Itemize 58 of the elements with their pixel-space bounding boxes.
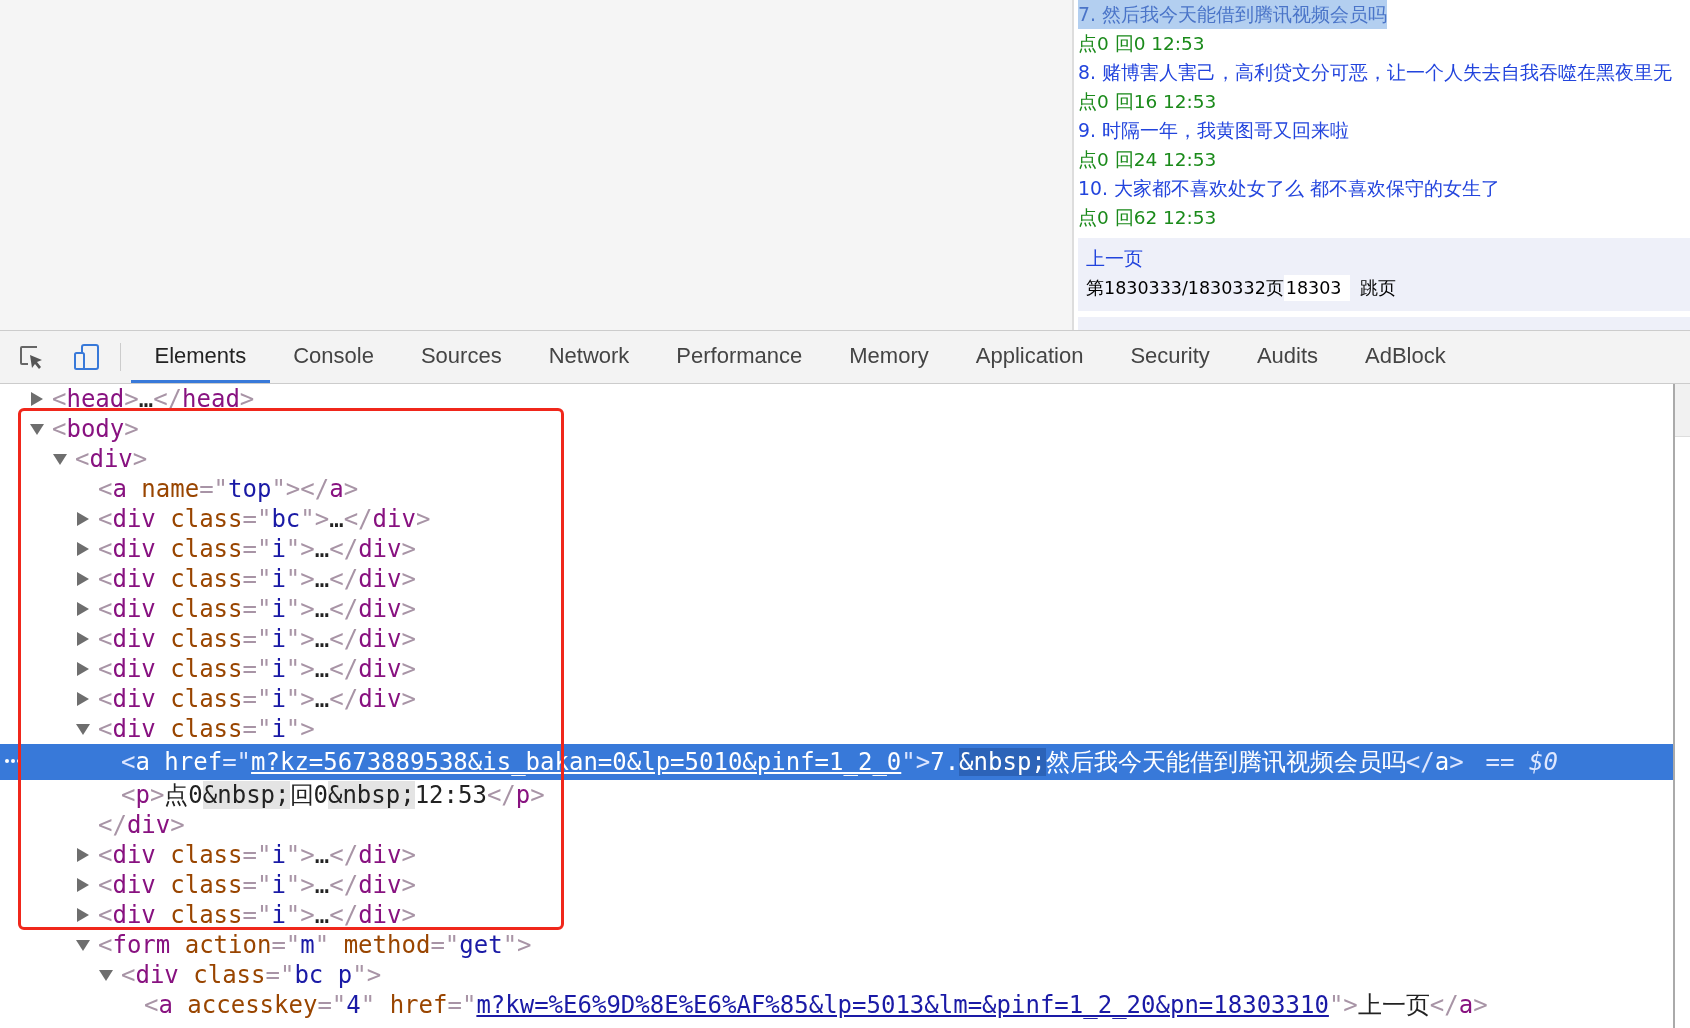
collapsed-triangle-icon[interactable]	[76, 632, 90, 646]
devtools-tab[interactable]: Audits	[1233, 331, 1342, 383]
html-line[interactable]: <div>	[75, 445, 148, 473]
post-title-link[interactable]: 9. 时隔一年，我黄图哥又回来啦	[1078, 116, 1349, 145]
collapsed-triangle-icon[interactable]	[76, 602, 90, 616]
html-line[interactable]: <div class="i">…</div>	[98, 871, 416, 899]
html-line[interactable]: <div class="i">…</div>	[98, 655, 416, 683]
html-line[interactable]: <div class="i">…</div>	[98, 625, 416, 653]
collapsed-triangle-icon[interactable]	[76, 542, 90, 556]
html-line[interactable]: <div class="i">…</div>	[98, 685, 416, 713]
post-title-link[interactable]: 10. 大家都不喜欢处女了么 都不喜欢保守的女生了	[1078, 174, 1500, 203]
html-line[interactable]: <a accesskey="4" href="m?kw=%E6%9D%8E%E6%AF%85&lp=5013&lm=&pinf=1_2_20&pn=18303310">上一页</a>	[144, 989, 1488, 1021]
collapsed-triangle-icon[interactable]	[76, 512, 90, 526]
html-line[interactable]: <form action="m" method="get">	[98, 931, 532, 959]
html-line[interactable]: <div class="i">…</div>	[98, 841, 416, 869]
devtools-tab[interactable]: Console	[269, 331, 398, 383]
html-line[interactable]: <head>…</head>	[52, 385, 255, 413]
selected-node-marker: == $0	[1485, 748, 1558, 776]
collapsed-triangle-icon[interactable]	[76, 908, 90, 922]
post-meta: 点0 回16 12:53	[1078, 90, 1217, 114]
page-status: 第1830333/1830332页	[1086, 277, 1284, 300]
html-line[interactable]: <p>点0&nbsp;回0&nbsp;12:53</p>	[121, 779, 545, 811]
html-line[interactable]: <div class="i">…</div>	[98, 535, 416, 563]
html-line[interactable]: <div class="i">…</div>	[98, 595, 416, 623]
collapsed-triangle-icon[interactable]	[76, 662, 90, 676]
html-line[interactable]: <a name="top"></a>	[98, 475, 359, 503]
expanded-triangle-icon[interactable]	[76, 938, 90, 952]
jump-button[interactable]: 跳页	[1349, 276, 1406, 300]
post-title-link[interactable]: 8. 赌博害人害己，高利贷文分可恶，让一个人失去自我吞噬在黑夜里无	[1078, 58, 1672, 87]
html-line[interactable]: <div class="bc">…</div>	[98, 505, 431, 533]
devtools-tab[interactable]: Network	[525, 331, 653, 383]
post-meta: 点0 回62 12:53	[1078, 206, 1217, 230]
collapsed-triangle-icon[interactable]	[76, 572, 90, 586]
devtools-tab[interactable]: AdBlock	[1341, 331, 1470, 383]
devtools-tab[interactable]: Sources	[397, 331, 526, 383]
collapsed-triangle-icon[interactable]	[76, 692, 90, 706]
collapsed-triangle-icon[interactable]	[30, 392, 44, 406]
html-line[interactable]: <div class="bc p">	[121, 961, 382, 989]
devtools-tab[interactable]: Memory	[825, 331, 953, 383]
prev-page-link[interactable]: 上一页	[1086, 246, 1143, 271]
page-input[interactable]: 18303	[1283, 275, 1350, 301]
post-meta: 点0 回0 12:53	[1078, 32, 1205, 56]
expanded-triangle-icon[interactable]	[76, 722, 90, 736]
html-line[interactable]: <body>	[52, 415, 139, 443]
html-line[interactable]: <div class="i">	[98, 715, 315, 743]
expanded-triangle-icon[interactable]	[30, 422, 44, 436]
collapsed-triangle-icon[interactable]	[76, 878, 90, 892]
collapsed-triangle-icon[interactable]	[76, 848, 90, 862]
html-line[interactable]: <div class="i">…</div>	[98, 565, 416, 593]
post-meta: 点0 回24 12:53	[1078, 148, 1217, 172]
expanded-triangle-icon[interactable]	[53, 452, 67, 466]
devtools-tab[interactable]: Application	[952, 331, 1107, 383]
expanded-triangle-icon[interactable]	[99, 968, 113, 982]
devtools-tab[interactable]: Elements	[131, 331, 270, 383]
devtools-tab[interactable]: Performance	[652, 331, 826, 383]
devtools-tab[interactable]: Security	[1106, 331, 1234, 383]
html-line[interactable]: </div>	[98, 811, 185, 839]
html-line[interactable]: <div class="i">…</div>	[98, 901, 416, 929]
